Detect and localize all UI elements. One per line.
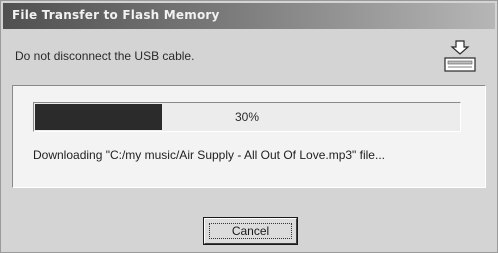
file-transfer-dialog: File Transfer to Flash Memory Do not dis… xyxy=(0,0,498,253)
progress-bar: 30% xyxy=(33,102,461,132)
cancel-button-label: Cancel xyxy=(231,224,270,238)
instruction-text: Do not disconnect the USB cable. xyxy=(15,49,195,63)
title-bar[interactable]: File Transfer to Flash Memory xyxy=(3,3,495,29)
window-title: File Transfer to Flash Memory xyxy=(12,8,220,22)
usb-device-icon xyxy=(444,40,476,72)
status-panel: 30% Downloading "C:/my music/Air Supply … xyxy=(12,85,486,188)
cancel-button[interactable]: Cancel xyxy=(203,217,298,245)
download-status-text: Downloading "C:/my music/Air Supply - Al… xyxy=(33,148,385,162)
progress-percent: 30% xyxy=(234,110,260,124)
